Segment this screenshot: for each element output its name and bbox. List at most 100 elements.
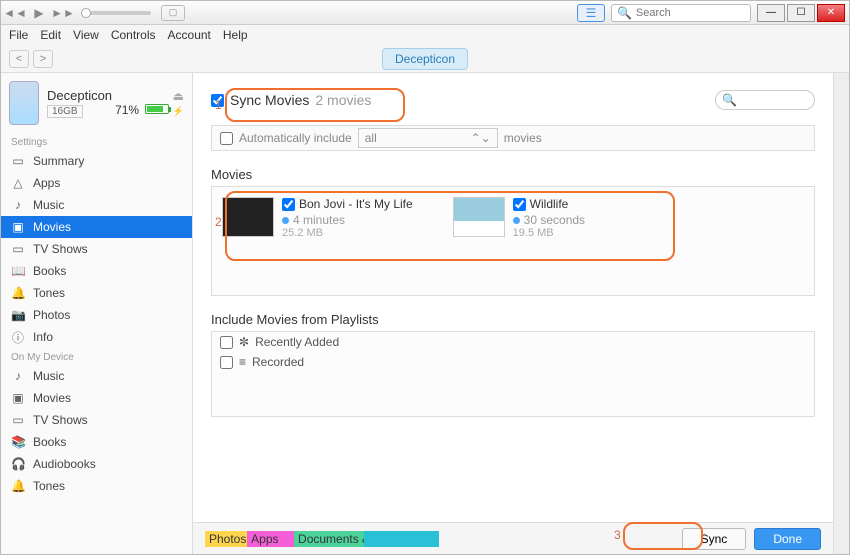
battery-icon	[145, 104, 169, 114]
playlist-row[interactable]: ✼ Recently Added	[212, 332, 814, 352]
sidebar: Decepticon 16GB ⏏ 71% ⚡ Settings ▭Summar…	[1, 73, 193, 554]
done-button[interactable]: Done	[754, 528, 821, 550]
play-button[interactable]: ▶	[29, 4, 49, 22]
sidebar-item-label: Photos	[33, 308, 70, 322]
menu-file[interactable]: File	[9, 28, 28, 42]
tones-icon: 🔔	[11, 286, 25, 300]
device-name: Decepticon	[47, 88, 115, 103]
movies-icon: ▣	[11, 220, 25, 234]
sidebar-device-movies[interactable]: ▣Movies	[1, 387, 192, 409]
main-panel: Sync Movies 2 movies 🔍 Automatically inc…	[193, 73, 833, 554]
sidebar-header-device: On My Device	[1, 348, 192, 365]
back-button[interactable]: <	[9, 50, 29, 68]
movie-duration: 4 minutes	[293, 213, 345, 227]
sidebar-item-tones[interactable]: 🔔 Tones	[1, 282, 192, 304]
playback-controls: ◄◄ ▶ ►►	[5, 4, 73, 22]
playlist-checkbox[interactable]	[220, 356, 233, 369]
movie-duration: 30 seconds	[524, 213, 585, 227]
playlist-label: Recorded	[252, 355, 304, 369]
music-icon: ♪	[11, 198, 25, 212]
sidebar-device-music[interactable]: ♪Music	[1, 365, 192, 387]
movie-size: 19.5 MB	[513, 227, 585, 239]
movie-item[interactable]: Wildlife 30 seconds 19.5 MB	[453, 197, 585, 285]
movie-title: Wildlife	[530, 197, 569, 211]
sidebar-item-movies[interactable]: ▣Movies	[1, 216, 192, 238]
auto-include-row: Automatically include all ⌃⌄ movies	[211, 125, 815, 151]
playlist-label: Recently Added	[255, 335, 339, 349]
sidebar-item-info[interactable]: ⓘ Info	[1, 326, 192, 348]
menu-account[interactable]: Account	[168, 28, 211, 42]
sidebar-item-label: Apps	[33, 176, 60, 190]
new-dot-icon	[513, 217, 520, 224]
next-button[interactable]: ►►	[53, 4, 73, 22]
storage-free	[364, 531, 439, 547]
sync-button[interactable]: Sync	[682, 528, 747, 550]
sidebar-item-summary[interactable]: ▭Summary	[1, 150, 192, 172]
sidebar-header-settings: Settings	[1, 133, 192, 150]
list-view-button[interactable]: ☰	[577, 4, 605, 22]
menu-view[interactable]: View	[73, 28, 99, 42]
sidebar-item-label: Info	[33, 330, 53, 344]
playlist-checkbox[interactable]	[220, 336, 233, 349]
playlist-row[interactable]: ≡ Recorded	[212, 352, 814, 372]
titlebar: ◄◄ ▶ ►► ▢ ☰ 🔍 — ☐ ✕	[1, 1, 849, 25]
sidebar-device-audiobooks[interactable]: 🎧Audiobooks	[1, 453, 192, 475]
device-tab[interactable]: Decepticon	[382, 48, 468, 70]
tv-icon: ▭	[11, 413, 25, 427]
volume-slider[interactable]	[81, 11, 151, 15]
sidebar-item-label: Tones	[33, 479, 65, 493]
auto-include-suffix: movies	[504, 131, 542, 145]
sidebar-item-books[interactable]: 📖Books	[1, 260, 192, 282]
sidebar-item-music[interactable]: ♪ Music	[1, 194, 192, 216]
photos-icon: 📷	[11, 308, 25, 322]
movies-section-title: Movies	[211, 167, 815, 182]
movie-checkbox[interactable]	[513, 198, 526, 211]
maximize-button[interactable]: ☐	[787, 4, 815, 22]
storage-docs: Documents & Data	[294, 531, 364, 547]
sidebar-item-photos[interactable]: 📷 Photos	[1, 304, 192, 326]
sidebar-device-tvshows[interactable]: ▭ TV Shows	[1, 409, 192, 431]
close-button[interactable]: ✕	[817, 4, 845, 22]
auto-include-checkbox[interactable]	[220, 132, 233, 145]
minimize-button[interactable]: —	[757, 4, 785, 22]
movie-item[interactable]: Bon Jovi - It's My Life 4 minutes 25.2 M…	[222, 197, 413, 285]
movie-title: Bon Jovi - It's My Life	[299, 197, 413, 211]
sidebar-device-books[interactable]: 📚Books	[1, 431, 192, 453]
sync-movies-checkbox[interactable]	[211, 94, 224, 107]
device-block: Decepticon 16GB ⏏ 71% ⚡	[1, 73, 192, 133]
scrollbar[interactable]	[833, 73, 849, 554]
menu-controls[interactable]: Controls	[111, 28, 156, 42]
sidebar-item-label: Summary	[33, 154, 84, 168]
sidebar-item-apps[interactable]: △ Apps	[1, 172, 192, 194]
footer-bar: Photos Apps Documents & Data Sync Done	[193, 522, 833, 554]
books-icon: 📚	[11, 435, 25, 449]
sidebar-item-label: Tones	[33, 286, 65, 300]
search-field[interactable]: 🔍	[611, 4, 751, 22]
sidebar-item-tvshows[interactable]: ▭TV Shows	[1, 238, 192, 260]
sidebar-device-tones[interactable]: 🔔 Tones	[1, 475, 192, 497]
menu-help[interactable]: Help	[223, 28, 248, 42]
airplay-button[interactable]: ▢	[161, 5, 185, 21]
apps-icon: △	[11, 176, 25, 190]
previous-button[interactable]: ◄◄	[5, 4, 25, 22]
movie-checkbox[interactable]	[282, 198, 295, 211]
books-icon: 📖	[11, 264, 25, 278]
sync-movies-row: Sync Movies 2 movies 🔍	[211, 85, 815, 115]
menu-edit[interactable]: Edit	[40, 28, 61, 42]
tones-icon: 🔔	[11, 479, 25, 493]
content-search[interactable]: 🔍	[715, 90, 815, 110]
movie-size: 25.2 MB	[282, 227, 413, 239]
new-dot-icon	[282, 217, 289, 224]
sidebar-item-label: Music	[33, 198, 64, 212]
audiobooks-icon: 🎧	[11, 457, 25, 471]
search-input[interactable]	[636, 7, 736, 19]
forward-button[interactable]: >	[33, 50, 53, 68]
menu-bar: File Edit View Controls Account Help	[1, 25, 849, 45]
eject-icon[interactable]: ⏏	[115, 89, 184, 103]
sidebar-item-label: TV Shows	[33, 413, 88, 427]
sidebar-item-label: Music	[33, 369, 64, 383]
movies-list: Bon Jovi - It's My Life 4 minutes 25.2 M…	[211, 186, 815, 296]
auto-include-select[interactable]: all ⌃⌄	[358, 128, 498, 148]
info-icon: ⓘ	[11, 329, 25, 346]
storage-apps: Apps	[247, 531, 294, 547]
